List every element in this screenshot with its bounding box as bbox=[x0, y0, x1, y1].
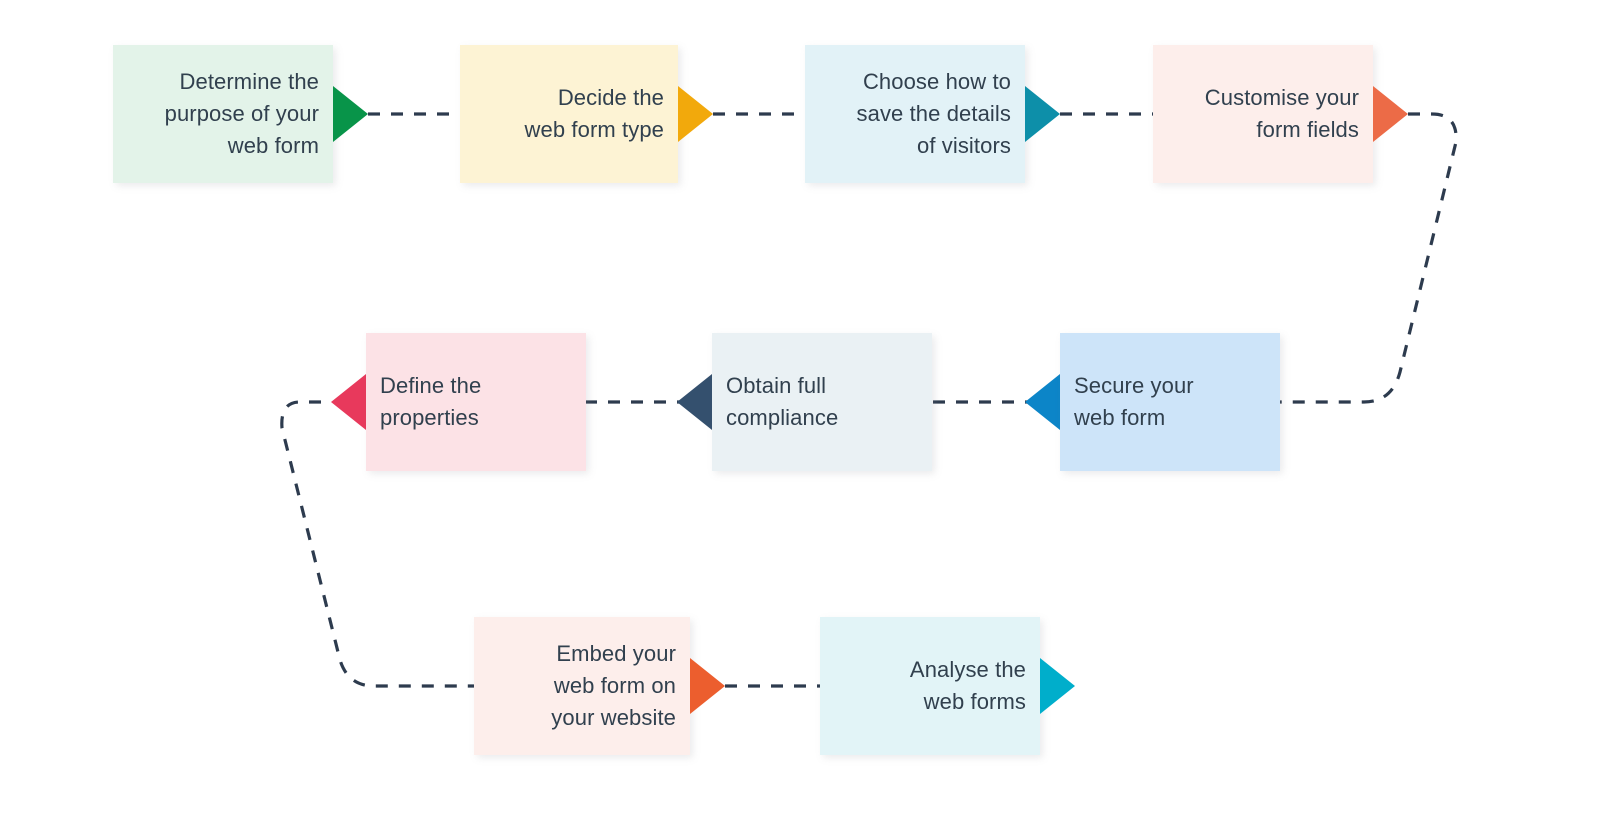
node-label-choose-save-details: Choose how to save the details of visito… bbox=[856, 69, 1011, 158]
arrow-obtain-compliance bbox=[677, 374, 712, 430]
node-decide-type[interactable]: Decide the web form type bbox=[460, 45, 678, 183]
node-label-define-properties: Define the properties bbox=[380, 373, 482, 430]
node-embed-web-form[interactable]: Embed your web form on your website bbox=[474, 617, 690, 755]
node-obtain-compliance[interactable]: Obtain full compliance bbox=[712, 333, 932, 471]
arrow-define-properties bbox=[331, 374, 366, 430]
node-choose-save-details[interactable]: Choose how to save the details of visito… bbox=[805, 45, 1025, 183]
arrow-secure-web-form bbox=[1025, 374, 1060, 430]
arrow-choose-save-details bbox=[1025, 86, 1060, 142]
node-label-secure-web-form: Secure your web form bbox=[1074, 373, 1194, 430]
arrow-customise-fields bbox=[1373, 86, 1408, 142]
node-determine-purpose[interactable]: Determine the purpose of your web form bbox=[113, 45, 333, 183]
arrow-analyse-web-forms bbox=[1040, 658, 1075, 714]
arrow-decide-type bbox=[678, 86, 713, 142]
node-label-analyse-web-forms: Analyse the web forms bbox=[909, 657, 1026, 714]
node-analyse-web-forms[interactable]: Analyse the web forms bbox=[820, 617, 1040, 755]
arrow-determine-purpose bbox=[333, 86, 368, 142]
node-define-properties[interactable]: Define the properties bbox=[366, 333, 586, 471]
node-label-determine-purpose: Determine the purpose of your web form bbox=[164, 69, 319, 158]
node-customise-fields[interactable]: Customise your form fields bbox=[1153, 45, 1373, 183]
node-label-customise-fields: Customise your form fields bbox=[1204, 85, 1359, 142]
node-secure-web-form[interactable]: Secure your web form bbox=[1060, 333, 1280, 471]
node-label-obtain-compliance: Obtain full compliance bbox=[726, 373, 839, 430]
node-label-embed-web-form: Embed your web form on your website bbox=[551, 641, 676, 730]
node-label-decide-type: Decide the web form type bbox=[524, 85, 664, 142]
arrow-embed-web-form bbox=[690, 658, 725, 714]
flowchart-canvas: Determine the purpose of your web form D… bbox=[0, 0, 1602, 816]
